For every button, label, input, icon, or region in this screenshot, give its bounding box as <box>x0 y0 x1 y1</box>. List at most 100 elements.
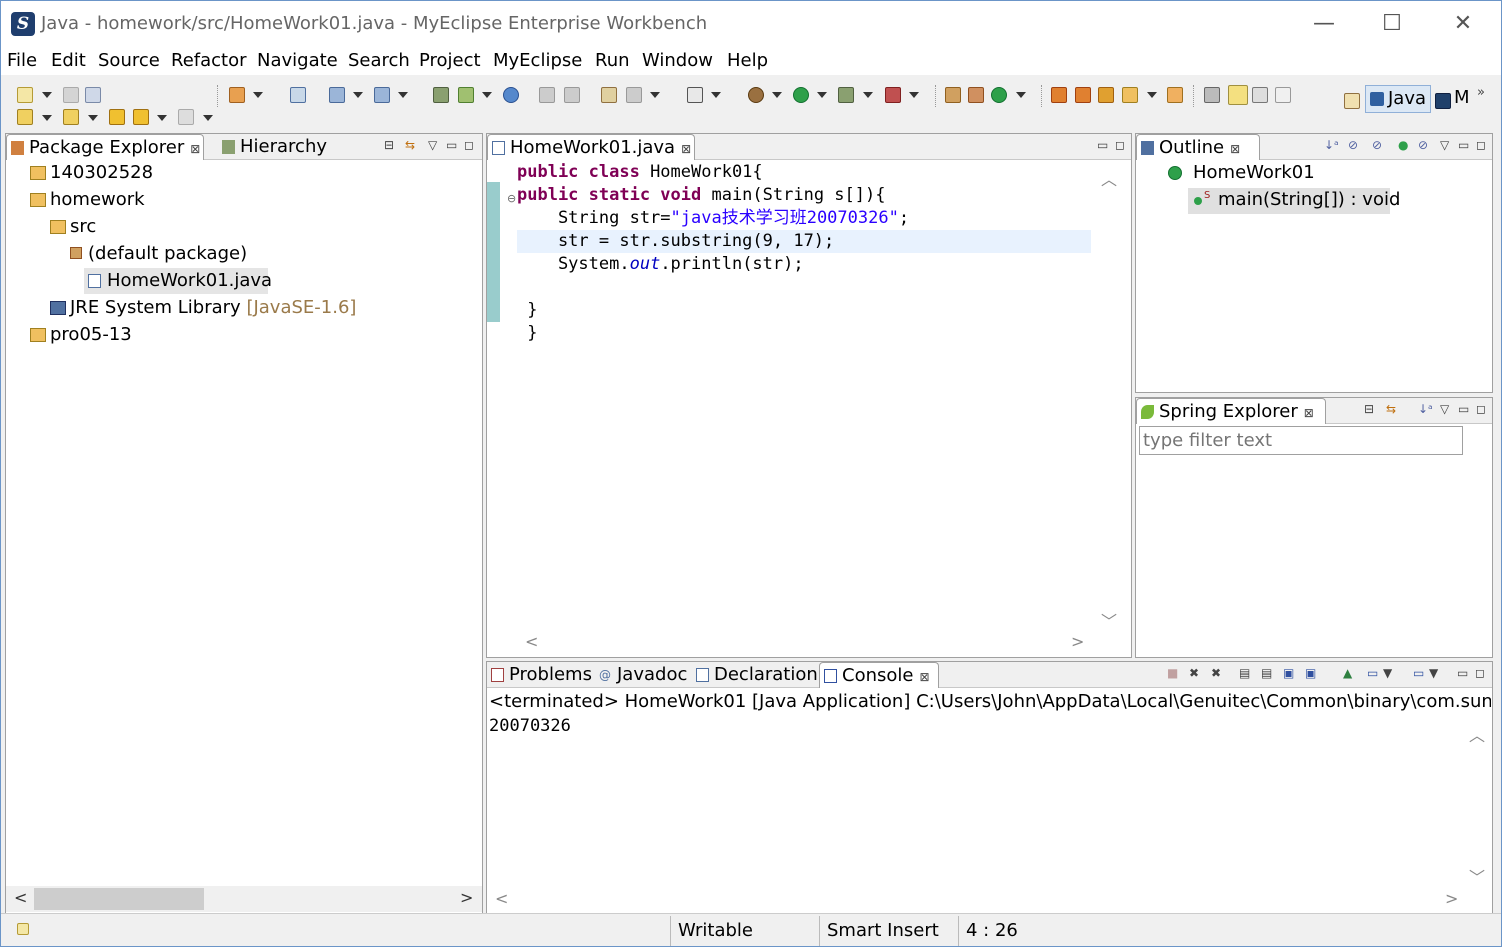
open-folder-icon[interactable] <box>1167 87 1183 103</box>
tree-item-src[interactable]: src <box>70 216 96 237</box>
code-line[interactable]: str = str.substring(9, 17); <box>517 230 834 253</box>
block-selection-icon[interactable] <box>1252 87 1268 103</box>
new-class-icon[interactable] <box>991 87 1007 103</box>
snapshot-dropdown-icon[interactable] <box>711 92 721 98</box>
new-dropdown-icon[interactable] <box>42 92 52 98</box>
tab-outline[interactable]: Outline ⊠ <box>1136 134 1260 160</box>
open-console-dropdown-icon[interactable]: ▼ <box>1429 666 1438 680</box>
myeclipse-perspective-label[interactable]: M <box>1454 87 1470 108</box>
open-console-icon[interactable] <box>290 87 306 103</box>
open-console-icon[interactable]: ▭ <box>1413 666 1424 680</box>
tab-console[interactable]: Console ⊠ <box>819 662 939 688</box>
toggle-mark-icon[interactable] <box>1204 87 1220 103</box>
vertical-scrollbar[interactable]: ︿ ﹀ <box>1463 716 1491 888</box>
code-line[interactable]: System.out.println(str); <box>517 253 804 276</box>
tab-hierarchy[interactable]: Hierarchy <box>218 134 327 160</box>
new-class-dropdown-icon[interactable] <box>1016 92 1026 98</box>
minimize-view-icon[interactable]: ▭ <box>1458 138 1469 152</box>
maximize-view-icon[interactable]: ◻ <box>1475 666 1485 680</box>
profile-icon[interactable] <box>626 87 642 103</box>
menu-project[interactable]: Project <box>419 50 481 71</box>
tab-homework01-java[interactable]: HomeWork01.java ⊠ <box>487 134 695 160</box>
code-line[interactable]: } <box>517 322 537 345</box>
hide-nonpublic-icon[interactable]: ● <box>1398 138 1408 152</box>
menu-help[interactable]: Help <box>727 50 768 71</box>
outline-class-item[interactable]: HomeWork01 <box>1193 162 1315 183</box>
next-annotation-icon[interactable] <box>17 109 33 125</box>
undo-icon[interactable] <box>539 87 555 103</box>
scroll-left-icon[interactable]: < <box>14 888 27 907</box>
scroll-right-icon[interactable]: > <box>1071 632 1084 651</box>
view-menu-icon[interactable]: ▽ <box>1440 138 1449 152</box>
close-tab-icon[interactable]: ⊠ <box>190 142 200 156</box>
menu-navigate[interactable]: Navigate <box>257 50 338 71</box>
next-annotation-dropdown-icon[interactable] <box>42 115 52 121</box>
coverage-dropdown-icon[interactable] <box>863 92 873 98</box>
view-menu-icon[interactable]: ▽ <box>1440 402 1449 416</box>
maximize-button[interactable]: ☐ <box>1377 9 1407 39</box>
external-tools-icon[interactable] <box>885 87 901 103</box>
run-dropdown-icon[interactable] <box>817 92 827 98</box>
minimize-view-icon[interactable]: ▭ <box>446 138 457 152</box>
minimize-view-icon[interactable]: ▭ <box>1457 666 1468 680</box>
horizontal-scrollbar[interactable]: < > <box>6 886 482 912</box>
filter-input[interactable] <box>1139 426 1463 455</box>
menu-search[interactable]: Search <box>348 50 410 71</box>
tree-item-jre-library[interactable]: JRE System Library [JavaSE-1.6] <box>70 297 356 318</box>
tab-javadoc[interactable]: @ Javadoc <box>595 662 687 688</box>
scroll-left-icon[interactable]: < <box>525 632 538 651</box>
close-tab-icon[interactable]: ⊠ <box>1230 142 1240 156</box>
display-console-icon[interactable]: ▭ <box>1367 666 1378 680</box>
pin-console-icon[interactable]: ▲ <box>1343 666 1352 680</box>
tab-package-explorer[interactable]: Package Explorer ⊠ <box>6 134 204 160</box>
prev-annotation-dropdown-icon[interactable] <box>88 115 98 121</box>
open-type-icon[interactable] <box>329 87 345 103</box>
display-console-dropdown-icon[interactable]: ▼ <box>1383 666 1392 680</box>
horizontal-scrollbar[interactable]: < > <box>487 888 1463 912</box>
new-server-icon[interactable] <box>229 87 245 103</box>
deploy-icon[interactable] <box>433 87 449 103</box>
code-line[interactable]: String str="java技术学习班20070326"; <box>517 207 909 230</box>
show-stdout-icon[interactable]: ▣ <box>1283 666 1294 680</box>
perspective-overflow-icon[interactable]: » <box>1477 85 1485 100</box>
open-resource-icon[interactable] <box>1075 87 1091 103</box>
menu-file[interactable]: File <box>7 50 37 71</box>
forward-dropdown-icon[interactable] <box>203 115 213 121</box>
console-output[interactable]: 20070326 <box>489 716 571 736</box>
new-java-project-icon[interactable] <box>945 87 961 103</box>
back-dropdown-icon[interactable] <box>157 115 167 121</box>
run-icon[interactable] <box>793 87 809 103</box>
run-server-dropdown-icon[interactable] <box>482 92 492 98</box>
scroll-up-icon[interactable]: ︿ <box>1101 166 1117 190</box>
remove-launch-icon[interactable]: ✖ <box>1189 666 1199 680</box>
fold-collapse-icon[interactable]: ⊖ <box>507 192 516 205</box>
link-with-editor-icon[interactable]: ⇆ <box>1386 402 1396 416</box>
menu-myeclipse[interactable]: MyEclipse <box>493 50 582 71</box>
debug-icon[interactable] <box>748 87 764 103</box>
tree-item-pro05-13[interactable]: pro05-13 <box>50 324 132 345</box>
minimize-button[interactable]: — <box>1309 9 1339 39</box>
profile-dropdown-icon[interactable] <box>650 92 660 98</box>
scroll-up-icon[interactable]: ︿ <box>1469 722 1485 746</box>
collapse-all-icon[interactable]: ⊟ <box>1364 402 1374 416</box>
minimize-view-icon[interactable]: ▭ <box>1458 402 1469 416</box>
last-edit-location-icon[interactable] <box>109 109 125 125</box>
tab-problems[interactable]: Problems <box>487 662 592 688</box>
view-menu-icon[interactable]: ▽ <box>428 138 437 152</box>
tree-item-default-package[interactable]: (default package) <box>88 243 247 264</box>
sort-icon[interactable]: ↓ᵃ <box>1418 402 1433 416</box>
remove-all-launches-icon[interactable]: ✖ <box>1211 666 1221 680</box>
forward-icon[interactable] <box>178 109 194 125</box>
tree-item-homework01-java[interactable]: HomeWork01.java <box>107 270 272 291</box>
maximize-view-icon[interactable]: ◻ <box>1476 402 1486 416</box>
new-icon[interactable] <box>17 87 33 103</box>
web-browser-icon[interactable] <box>503 87 519 103</box>
scroll-right-icon[interactable]: > <box>1445 889 1458 908</box>
tree-item-140302528[interactable]: 140302528 <box>50 162 153 183</box>
back-icon[interactable] <box>133 109 149 125</box>
link-with-editor-icon[interactable]: ⇆ <box>405 138 415 152</box>
save-icon[interactable] <box>63 87 79 103</box>
scroll-lock-icon[interactable]: ▤ <box>1261 666 1272 680</box>
tab-declaration[interactable]: Declaration <box>692 662 818 688</box>
search-dropdown-icon[interactable] <box>398 92 408 98</box>
